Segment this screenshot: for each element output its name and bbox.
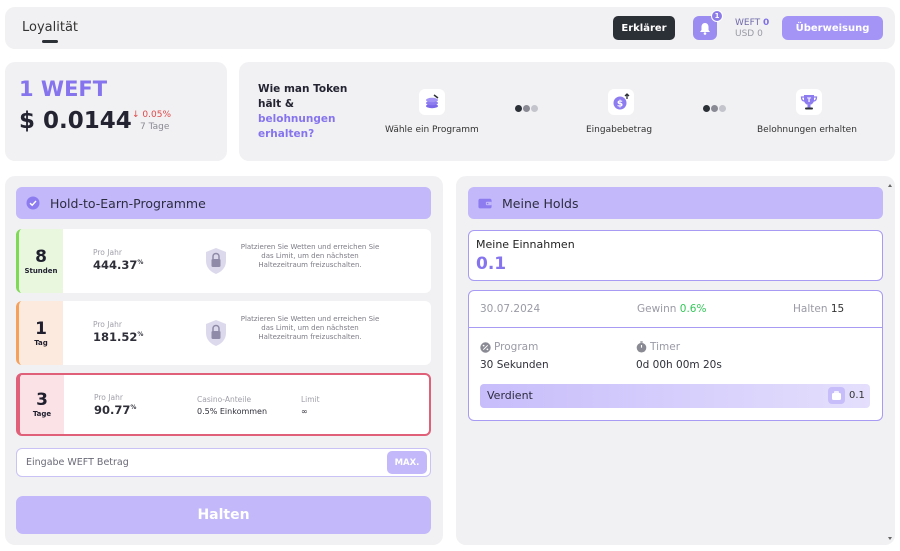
program-value: 30 Sekunden: [480, 359, 549, 371]
price-card: 1 WEFT $ 0.0144 ↓ 0.05% 7 Tage: [5, 62, 227, 161]
program-duration-unit: Stunden: [24, 266, 58, 275]
program-row-1d[interactable]: 1 Tag Pro Jahr 181.52% Platzieren Sie We…: [16, 301, 431, 365]
program-duration-number: 1: [35, 318, 47, 339]
hold-gain-value: 0.6%: [679, 303, 707, 315]
how-to-title-line2: hält &: [258, 98, 294, 110]
notification-badge: 1: [711, 10, 723, 22]
step-arrow-1: [515, 105, 538, 112]
program-duration: 1 Tag: [19, 301, 63, 365]
hold-item: 30.07.2024 Gewinn 0.6% Halten 15 Program…: [468, 290, 883, 421]
amount-placeholder: Eingabe WEFT Betrag: [26, 457, 129, 468]
limit-value: ∞: [301, 407, 308, 416]
hold-amount-value: 15: [830, 303, 845, 315]
hold-date: 30.07.2024: [480, 303, 541, 315]
limit-label: Limit: [301, 395, 320, 404]
rate-label: Pro Jahr: [94, 393, 123, 402]
rate-label: Pro Jahr: [93, 320, 122, 329]
casino-share-label: Casino-Anteile: [197, 395, 252, 404]
program-row-8h[interactable]: 8 Stunden Pro Jahr 444.37% Platzieren Si…: [16, 229, 431, 293]
step-1-label: Wähle ein Programm: [385, 125, 479, 135]
explainer-button[interactable]: Erklärer: [613, 16, 675, 40]
step-2-label: Eingabebetrag: [586, 125, 653, 135]
price-period: 7 Tage: [140, 122, 170, 132]
step-3-label: Belohnungen erhalten: [757, 125, 857, 135]
top-bar: Loyalität Erklärer 1 WEFT 0 USD 0 Überwe…: [5, 7, 895, 49]
how-to-card: Wie man Token hält & belohnungen erhalte…: [239, 62, 895, 161]
arrow-down-icon: ↓: [132, 110, 140, 120]
locked-description: Platzieren Sie Wetten und erreichen Sie …: [240, 315, 380, 341]
coin-stack-icon: [419, 89, 445, 115]
earnings-label: Meine Einnahmen: [476, 238, 575, 251]
check-badge-icon: [26, 196, 40, 210]
price-change-value: 0.05%: [142, 110, 172, 120]
program-label-text: Program: [494, 341, 539, 353]
earned-progress-bar: Verdient 0.1: [480, 384, 870, 408]
program-duration-unit: Tag: [34, 338, 48, 347]
token-price: $ 0.0144: [19, 108, 132, 134]
timer-label-text: Timer: [650, 341, 681, 353]
transfer-button[interactable]: Überweisung: [782, 16, 883, 40]
max-button[interactable]: MAX.: [387, 451, 427, 474]
programs-panel: Hold-to-Earn-Programme 8 Stunden Pro Jah…: [5, 176, 443, 545]
hold-gain-label: Gewinn: [637, 303, 677, 315]
lock-shield-icon: [206, 248, 226, 274]
holds-panel: Meine Holds Meine Einnahmen 0.1 30.07.20…: [456, 176, 895, 545]
programs-title: Hold-to-Earn-Programme: [50, 195, 206, 211]
lock-shield-icon: [206, 320, 226, 346]
program-duration: 8 Stunden: [19, 229, 63, 293]
svg-text:$: $: [617, 100, 623, 110]
program-label: Program: [480, 341, 538, 353]
program-duration-number: 8: [35, 246, 47, 267]
balance-weft-label: WEFT: [735, 18, 761, 28]
casino-share-value: 0.5% Einkommen: [197, 407, 268, 416]
weft-amount-input[interactable]: Eingabe WEFT Betrag MAX.: [16, 448, 431, 477]
how-to-title: Wie man Token hält & belohnungen erhalte…: [258, 82, 358, 142]
holds-header: Meine Holds: [468, 187, 883, 219]
timer-value: 0d 00h 00m 20s: [636, 359, 722, 371]
program-duration-number: 3: [36, 390, 48, 410]
tab-loyalty[interactable]: Loyalität: [22, 20, 78, 35]
hold-button[interactable]: Halten: [16, 496, 431, 534]
earned-progress-fill: [480, 384, 870, 408]
wallet-icon: [478, 196, 492, 210]
trophy-icon: T: [796, 89, 822, 115]
timer-label: Timer: [636, 341, 680, 353]
scrollbar[interactable]: [888, 184, 892, 540]
balance-usd: USD 0: [735, 29, 763, 39]
program-duration-unit: Tage: [32, 410, 52, 418]
rate-value: 181.52%: [93, 330, 144, 344]
balance-weft-value: 0: [762, 18, 770, 28]
hold-gain: Gewinn 0.6%: [637, 303, 706, 315]
step-arrow-2: [703, 105, 726, 112]
coin-icon: [828, 387, 845, 404]
rate-value: 90.77%: [94, 403, 137, 417]
percent-icon: [480, 341, 491, 353]
balance-weft: WEFT 0: [735, 18, 769, 28]
rate-value: 444.37%: [93, 258, 144, 272]
token-amount: 1 WEFT: [19, 77, 108, 101]
earnings-value: 0.1: [476, 254, 507, 274]
bell-icon: [700, 22, 710, 35]
hold-amount: Halten 15: [793, 303, 844, 315]
program-duration: 3 Tage: [20, 375, 64, 434]
how-to-title-line1: Wie man Token: [258, 83, 348, 95]
earned-label: Verdient: [487, 389, 533, 402]
how-to-title-highlight: belohnungen erhalten?: [258, 113, 336, 140]
earnings-box: Meine Einnahmen 0.1: [468, 230, 883, 281]
tab-underline: [42, 40, 58, 43]
programs-header: Hold-to-Earn-Programme: [16, 187, 431, 219]
price-change: ↓ 0.05%: [132, 110, 171, 120]
stopwatch-icon: [636, 341, 647, 353]
divider: [469, 327, 882, 328]
rate-label: Pro Jahr: [93, 248, 122, 257]
locked-description: Platzieren Sie Wetten und erreichen Sie …: [240, 243, 380, 269]
hold-amount-label: Halten: [793, 303, 828, 315]
dollar-deposit-icon: $: [608, 89, 634, 115]
program-row-3d[interactable]: 3 Tage Pro Jahr 90.77% Casino-Anteile 0.…: [16, 373, 431, 436]
holds-title: Meine Holds: [502, 195, 579, 211]
earned-value: 0.1: [849, 390, 865, 401]
